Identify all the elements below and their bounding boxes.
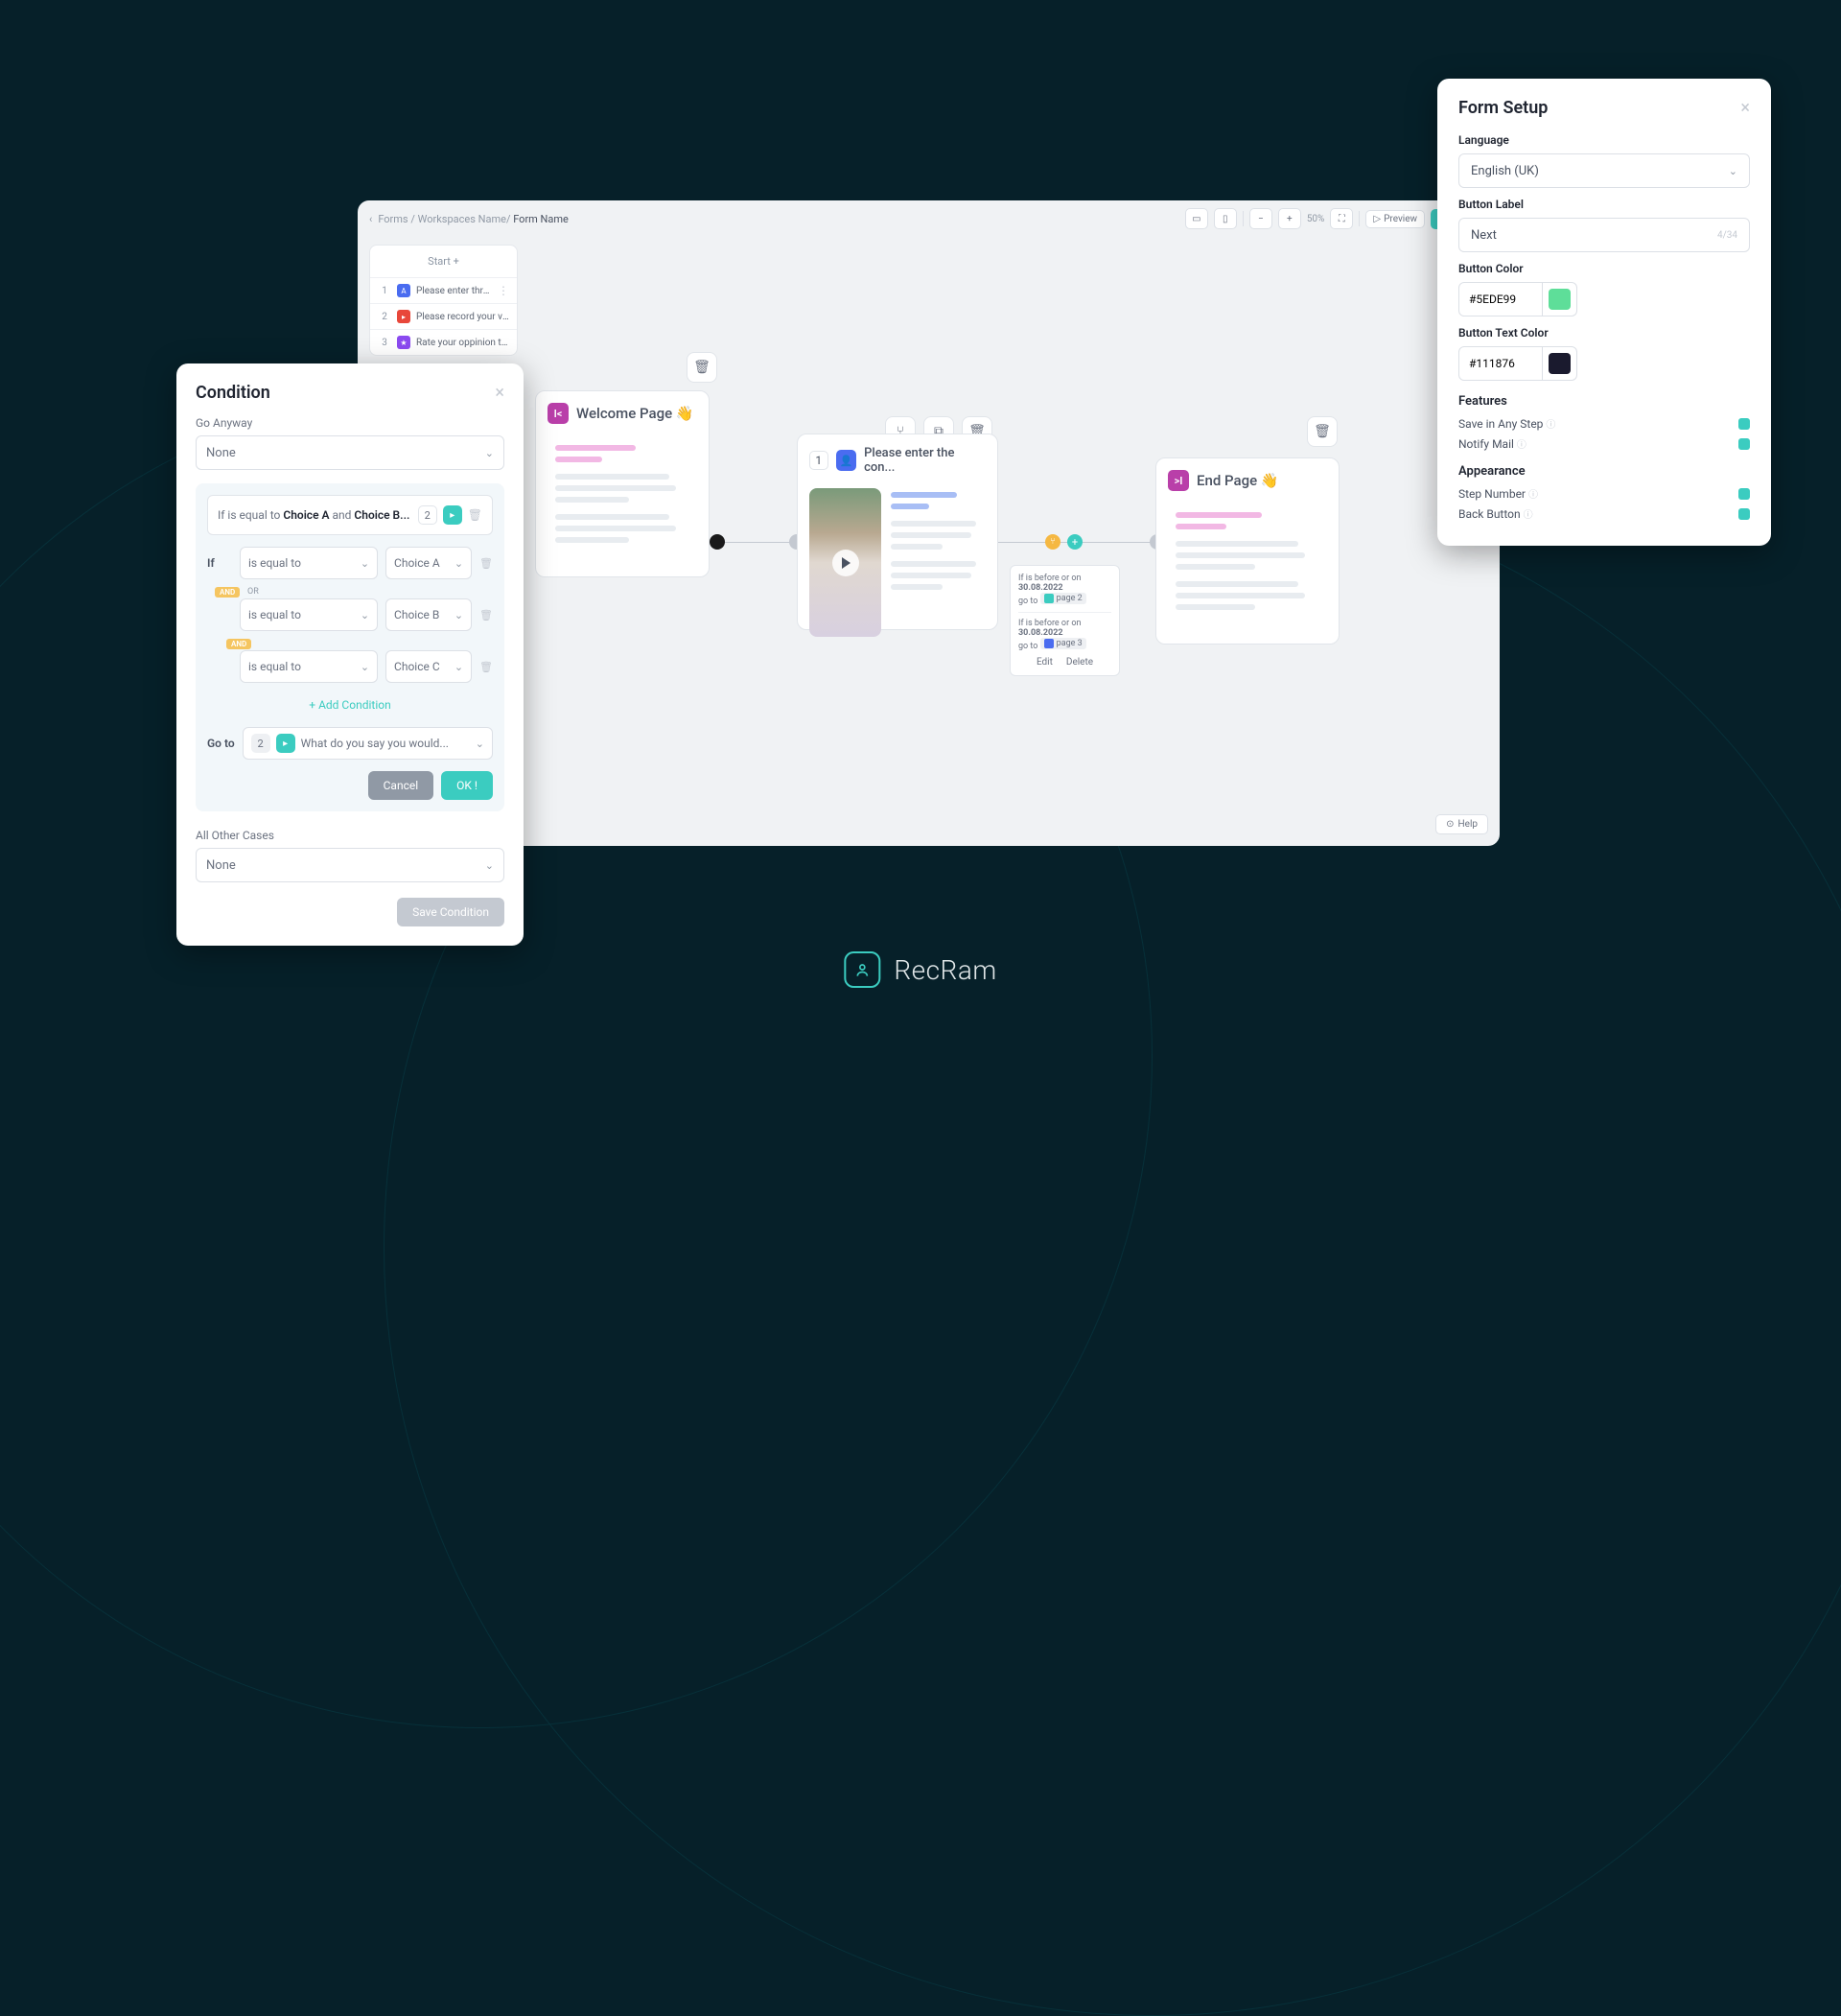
condition-popover: If is before or on 30.08.2022 go to page… xyxy=(1010,565,1120,676)
condition-row-3: is equal to⌄ Choice C⌄ 🗑 xyxy=(207,650,493,683)
delete-end-button[interactable]: 🗑 xyxy=(1307,416,1338,447)
ok-button[interactable]: OK ! xyxy=(441,771,493,800)
info-icon[interactable]: ⓘ xyxy=(1517,440,1526,451)
end-page-node[interactable]: >I End Page 👋 xyxy=(1155,457,1340,645)
welcome-page-node[interactable]: I< Welcome Page 👋 xyxy=(535,390,710,577)
value-select[interactable]: Choice C⌄ xyxy=(385,650,472,683)
person-icon: 👤 xyxy=(836,450,857,471)
close-icon[interactable]: × xyxy=(1740,98,1750,118)
button-text-color-swatch[interactable] xyxy=(1543,346,1577,381)
help-button[interactable]: ⊙Help xyxy=(1435,814,1488,834)
brand-logo: RecRam xyxy=(844,951,996,988)
rule-summary[interactable]: If is equal to Choice A and Choice B... … xyxy=(207,495,493,535)
condition-dot[interactable]: ⑂ xyxy=(1045,534,1060,550)
video-thumbnail[interactable] xyxy=(809,488,881,637)
operator-select[interactable]: is equal to⌄ xyxy=(240,547,378,579)
condition-row-1: If is equal to⌄ Choice A⌄ 🗑 xyxy=(207,547,493,579)
condition-row-2: is equal to⌄ Choice B⌄ 🗑 xyxy=(207,598,493,631)
popover-edit[interactable]: Edit xyxy=(1037,657,1053,668)
logo-icon xyxy=(844,951,880,988)
condition-modal-title: Condition xyxy=(196,383,270,403)
play-icon[interactable] xyxy=(832,550,859,576)
back-icon[interactable]: ‹ xyxy=(369,213,372,225)
fit-view-button[interactable]: ⛶ xyxy=(1330,208,1353,229)
button-color-swatch[interactable] xyxy=(1543,282,1577,316)
form-setup-panel: Form Setup × Language English (UK)⌄ Butt… xyxy=(1437,79,1771,546)
add-dot[interactable]: + xyxy=(1067,534,1083,550)
zoom-in-button[interactable]: + xyxy=(1278,208,1301,229)
button-label-input[interactable]: Next4/34 xyxy=(1458,218,1750,252)
delete-node-button[interactable]: 🗑 xyxy=(687,352,717,383)
goto-select[interactable]: 2 ▸ What do you say you would... ⌄ xyxy=(243,727,493,760)
flow-canvas[interactable]: 🗑 ⑂ ⧉ 🗑 🗑 ⑂ + I< Welcome Page 👋 xyxy=(358,237,1500,846)
popover-delete[interactable]: Delete xyxy=(1066,657,1093,668)
notify-mail-toggle[interactable] xyxy=(1738,438,1750,450)
condition-modal: Condition × Go Anyway None⌄ If is equal … xyxy=(176,363,524,946)
other-cases-select[interactable]: None⌄ xyxy=(196,848,504,882)
preview-button[interactable]: ▷Preview xyxy=(1365,210,1425,228)
breadcrumb-forms[interactable]: Forms xyxy=(378,213,408,225)
operator-select[interactable]: is equal to⌄ xyxy=(240,598,378,631)
go-anyway-select[interactable]: None⌄ xyxy=(196,435,504,470)
trash-icon[interactable]: 🗑 xyxy=(479,661,493,673)
operator-select[interactable]: is equal to⌄ xyxy=(240,650,378,683)
breadcrumb-workspace[interactable]: Workspaces Name xyxy=(418,213,506,225)
save-any-step-toggle[interactable] xyxy=(1738,418,1750,430)
info-icon[interactable]: ⓘ xyxy=(1546,420,1555,431)
language-select[interactable]: English (UK)⌄ xyxy=(1458,153,1750,188)
mobile-view-button[interactable]: ▯ xyxy=(1214,208,1237,229)
button-color-input[interactable]: #5EDE99 xyxy=(1458,282,1543,316)
zoom-level: 50% xyxy=(1307,214,1325,224)
save-condition-button[interactable]: Save Condition xyxy=(397,898,504,926)
desktop-view-button[interactable]: ▭ xyxy=(1185,208,1208,229)
trash-icon[interactable]: 🗑 xyxy=(468,508,482,522)
add-condition-button[interactable]: + Add Condition xyxy=(207,691,493,719)
step-node-1[interactable]: 1 👤 Please enter the con... xyxy=(797,434,998,630)
info-icon[interactable]: ⓘ xyxy=(1528,490,1538,501)
close-icon[interactable]: × xyxy=(495,383,504,403)
connector-dot[interactable] xyxy=(710,534,725,550)
builder-header: ‹ Forms / Workspaces Name / Form Name ▭ … xyxy=(358,200,1500,237)
value-select[interactable]: Choice B⌄ xyxy=(385,598,472,631)
target-icon: ▸ xyxy=(443,505,462,525)
trash-icon[interactable]: 🗑 xyxy=(479,609,493,621)
value-select[interactable]: Choice A⌄ xyxy=(385,547,472,579)
step-number-toggle[interactable] xyxy=(1738,488,1750,500)
breadcrumb-form: Form Name xyxy=(513,213,569,225)
form-builder-canvas: ‹ Forms / Workspaces Name / Form Name ▭ … xyxy=(358,200,1500,846)
cancel-button[interactable]: Cancel xyxy=(368,771,434,800)
end-badge-icon: >I xyxy=(1168,470,1189,491)
welcome-badge-icon: I< xyxy=(548,403,569,424)
back-button-toggle[interactable] xyxy=(1738,508,1750,520)
info-icon[interactable]: ⓘ xyxy=(1524,510,1533,521)
button-text-color-input[interactable]: #111876 xyxy=(1458,346,1543,381)
trash-icon[interactable]: 🗑 xyxy=(479,557,493,570)
zoom-out-button[interactable]: − xyxy=(1249,208,1272,229)
